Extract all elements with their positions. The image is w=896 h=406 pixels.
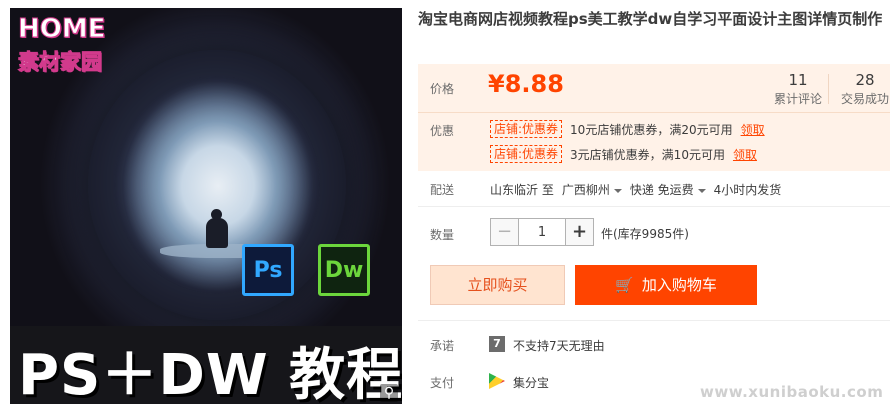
cave-ring [88, 50, 346, 320]
sales-count: 28 [855, 71, 875, 89]
shipping-label: 配送 [430, 183, 455, 197]
reviews-stat[interactable]: 11 累计评论 [766, 70, 830, 108]
ship-from: 山东临沂 至 [490, 183, 554, 197]
product-title: 淘宝电商网店视频教程ps美工教学dw自学习平面设计主图详情页制作 [418, 10, 883, 28]
coupon-row: 店铺:优惠券 3元店铺优惠券，满10元可用 领取 [490, 144, 757, 164]
reviews-count: 11 [788, 71, 808, 89]
price-panel: 价格 ¥8.88 11 累计评论 28 交易成功 优惠 店铺:优惠券 10元店铺… [418, 64, 890, 171]
cart-icon: 🛒 [615, 276, 634, 294]
add-to-cart-button[interactable]: 🛒 加入购物车 [575, 265, 757, 305]
price-divider [418, 112, 890, 113]
image-title: PS＋DW 教程 [18, 343, 402, 404]
promise-label: 承诺 [430, 339, 455, 353]
dispatch-time: 4小时内发货 [713, 183, 782, 197]
coupon-text: 3元店铺优惠券，满10元可用 [570, 147, 725, 162]
add-to-cart-label: 加入购物车 [641, 276, 717, 294]
claim-coupon-link[interactable]: 领取 [741, 121, 765, 138]
dreamweaver-icon: Dw [318, 244, 370, 296]
divider [418, 320, 890, 321]
coupon-text: 10元店铺优惠券，满20元可用 [570, 122, 733, 137]
quantity-input[interactable] [519, 219, 565, 245]
seven-day-icon: 7 [489, 336, 505, 352]
logo-home-text: HOME [18, 14, 106, 45]
person-silhouette [206, 209, 228, 248]
product-image[interactable]: HOME 素材家园 Ps Dw PS＋DW 教程 ⚲ [10, 8, 402, 404]
claim-coupon-link[interactable]: 领取 [733, 146, 757, 163]
ship-method: 快递 免运费 [629, 183, 694, 197]
jifenbao-icon [489, 373, 505, 389]
sales-label: 交易成功 [840, 92, 889, 106]
payment-label: 支付 [430, 376, 455, 390]
stock-info: 件(库存9985件) [601, 227, 689, 241]
ship-to: 广西柳州 [561, 183, 610, 197]
reviews-label: 累计评论 [773, 92, 822, 106]
quantity-stepper: − + [490, 218, 594, 246]
promise-text: 不支持7天无理由 [513, 339, 605, 353]
coupon-tag: 店铺:优惠券 [490, 145, 563, 163]
coupon-tag: 店铺:优惠券 [490, 120, 563, 138]
coupon-row: 店铺:优惠券 10元店铺优惠券，满20元可用 领取 [490, 119, 765, 139]
promotions-label: 优惠 [430, 124, 455, 138]
logo-site-text: 素材家园 [18, 50, 103, 75]
buy-now-button[interactable]: 立即购买 [430, 265, 565, 305]
photoshop-icon: Ps [242, 244, 294, 296]
chevron-down-icon [613, 188, 622, 193]
ship-to-select[interactable]: 广西柳州 [562, 181, 622, 198]
quantity-label: 数量 [430, 228, 455, 242]
magnifier-icon[interactable]: ⚲ [380, 384, 398, 402]
increase-button[interactable]: + [565, 219, 593, 245]
stat-divider [828, 74, 829, 104]
watermark: www.xunibaoku.com [700, 383, 884, 401]
shipping-info: 山东临沂 至 广西柳州 快递 免运费 4小时内发货 [490, 181, 789, 198]
decrease-button[interactable]: − [491, 219, 519, 245]
payment-method: 集分宝 [513, 376, 550, 390]
divider [418, 206, 890, 207]
price-value: ¥8.88 [488, 70, 564, 98]
sales-stat: 28 交易成功 [833, 70, 896, 108]
ship-method-select[interactable]: 快递 免运费 [630, 181, 706, 198]
price-label: 价格 [430, 82, 455, 96]
chevron-down-icon [697, 188, 706, 193]
